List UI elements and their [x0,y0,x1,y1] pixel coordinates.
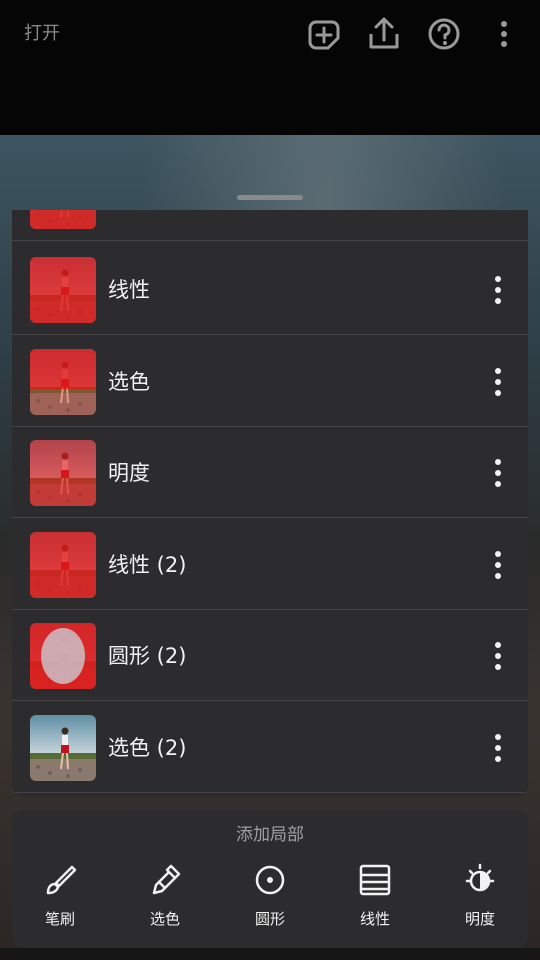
mask-thumbnail [30,210,96,229]
tool-brightness[interactable]: 明度 [440,862,520,942]
mask-label: 选色 (2) [108,736,187,760]
mask-thumbnail [30,349,96,415]
mask-thumbnail [30,440,96,506]
mask-label: 选色 [108,370,150,394]
help-icon[interactable] [424,14,464,54]
mask-label: 线性 [108,278,150,302]
share-icon[interactable] [364,14,404,54]
mask-row[interactable]: 线性 (2) [12,519,528,610]
radial-icon [252,862,288,898]
tool-brush[interactable]: 笔刷 [20,862,100,942]
more-vertical-icon[interactable] [484,729,512,767]
more-vertical-icon[interactable] [484,454,512,492]
add-layer-icon[interactable] [304,14,344,54]
brightness-icon [462,862,498,898]
more-vertical-icon[interactable] [484,210,512,215]
mask-label: 明度 [108,461,150,485]
mask-thumbnail [30,532,96,598]
tool-color-select-label: 选色 [149,910,180,928]
more-vertical-icon[interactable] [484,14,524,54]
tool-linear[interactable]: 线性 [335,862,415,942]
tool-brightness-label: 明度 [464,910,495,928]
more-vertical-icon[interactable] [484,637,512,675]
mask-label: 圆形 (2) [108,644,187,668]
more-vertical-icon[interactable] [484,271,512,309]
mask-row[interactable]: 明度 [12,427,528,518]
mask-thumbnail [30,715,96,781]
brush-icon [42,862,78,898]
mask-row[interactable] [12,210,528,241]
tool-linear-label: 线性 [359,910,390,928]
mask-thumbnail [30,257,96,323]
sheet-drag-handle[interactable] [237,195,303,200]
linear-gradient-icon [357,862,393,898]
more-vertical-icon[interactable] [484,546,512,584]
tool-color-select[interactable]: 选色 [125,862,205,942]
more-vertical-icon[interactable] [484,363,512,401]
add-local-panel: 添加局部 笔刷 选色 圆形 线性 明度 [12,810,528,948]
top-app-bar: 打开 [0,0,540,135]
open-button[interactable]: 打开 [24,19,60,45]
add-local-title: 添加局部 [236,825,304,845]
mask-row[interactable]: 线性 [12,244,528,335]
mask-thumbnail [30,623,96,689]
mask-label: 线性 (2) [108,553,187,577]
mask-row[interactable]: 选色 (2) [12,702,528,793]
tool-radial[interactable]: 圆形 [230,862,310,942]
mask-list: 线性选色明度线性 (2) 圆形 (2) 选色 (2) [12,210,528,797]
bottom-toolbar-peek [0,948,540,960]
tool-brush-label: 笔刷 [44,910,75,928]
eyedropper-icon [147,862,183,898]
mask-row[interactable]: 选色 [12,336,528,427]
mask-row[interactable]: 圆形 (2) [12,610,528,701]
tool-radial-label: 圆形 [254,910,285,928]
